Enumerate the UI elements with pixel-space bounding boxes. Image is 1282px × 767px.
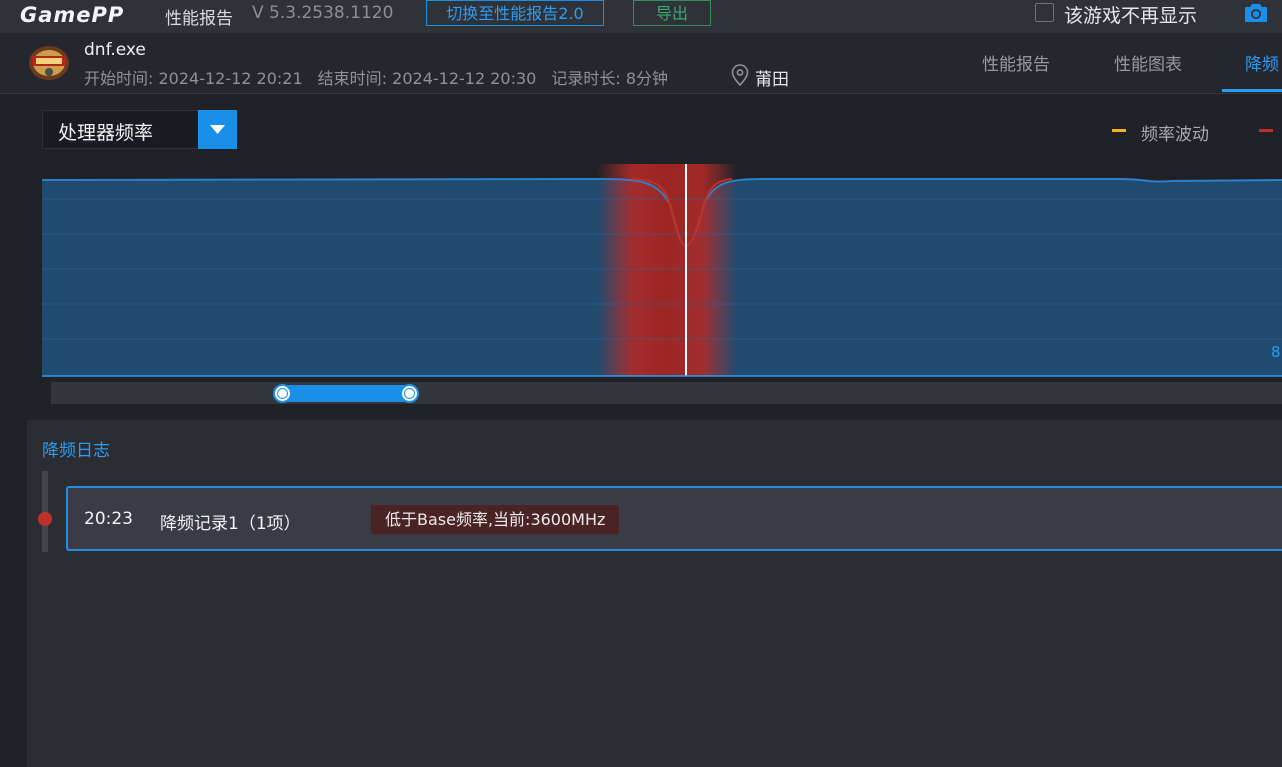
- game-avatar: [26, 44, 72, 82]
- timeline-dot: [38, 512, 52, 526]
- game-name: dnf.exe: [84, 40, 146, 60]
- report-title: 性能报告: [165, 9, 233, 29]
- app-version: V 5.3.2538.1120: [252, 3, 394, 23]
- camera-icon[interactable]: [1244, 2, 1268, 24]
- log-entry-badge: 低于Base频率,当前:3600MHz: [371, 505, 620, 534]
- location-pin-icon: [731, 64, 749, 87]
- session-meta: 开始时间: 2024-12-12 20:21 结束时间: 2024-12-12 2…: [84, 65, 683, 89]
- range-handle-start[interactable]: [273, 384, 292, 403]
- duration: 记录时长: 8分钟: [551, 69, 669, 88]
- hide-game-checkbox[interactable]: [1035, 3, 1054, 22]
- active-tab-indicator: [1222, 89, 1282, 92]
- legend-swatch-frequency-fluctuation: [1112, 129, 1126, 132]
- location: 莆田: [755, 70, 789, 90]
- range-handle-end[interactable]: [400, 384, 419, 403]
- switch-report-button[interactable]: 切换至性能报告2.0: [426, 0, 604, 26]
- legend-swatch-throttle: [1259, 129, 1273, 132]
- frequency-chart[interactable]: [42, 164, 1282, 377]
- log-entry-time: 20:23: [84, 509, 133, 529]
- start-time: 开始时间: 2024-12-12 20:21: [84, 69, 303, 88]
- end-time: 结束时间: 2024-12-12 20:30: [317, 69, 537, 88]
- chart-axis-value: 8: [1271, 343, 1281, 361]
- tab-throttling[interactable]: 降频: [1245, 50, 1279, 75]
- dropdown-arrow-icon[interactable]: [198, 110, 237, 149]
- log-entry-record: 降频记录1（1项）: [160, 514, 301, 534]
- throttle-log-panel: [27, 420, 1282, 767]
- tab-performance-report[interactable]: 性能报告: [982, 50, 1050, 75]
- tab-performance-chart[interactable]: 性能图表: [1114, 50, 1182, 75]
- app-logo: GamePP: [20, 3, 125, 27]
- range-slider-selection[interactable]: [282, 385, 408, 402]
- legend-label-frequency-fluctuation: 频率波动: [1141, 125, 1209, 145]
- hide-game-label[interactable]: 该游戏不再显示: [1064, 1, 1197, 28]
- range-slider-track[interactable]: [51, 382, 1282, 404]
- export-button[interactable]: 导出: [633, 0, 711, 26]
- log-title: 降频日志: [42, 441, 110, 461]
- metric-select-value[interactable]: 处理器频率: [58, 118, 153, 145]
